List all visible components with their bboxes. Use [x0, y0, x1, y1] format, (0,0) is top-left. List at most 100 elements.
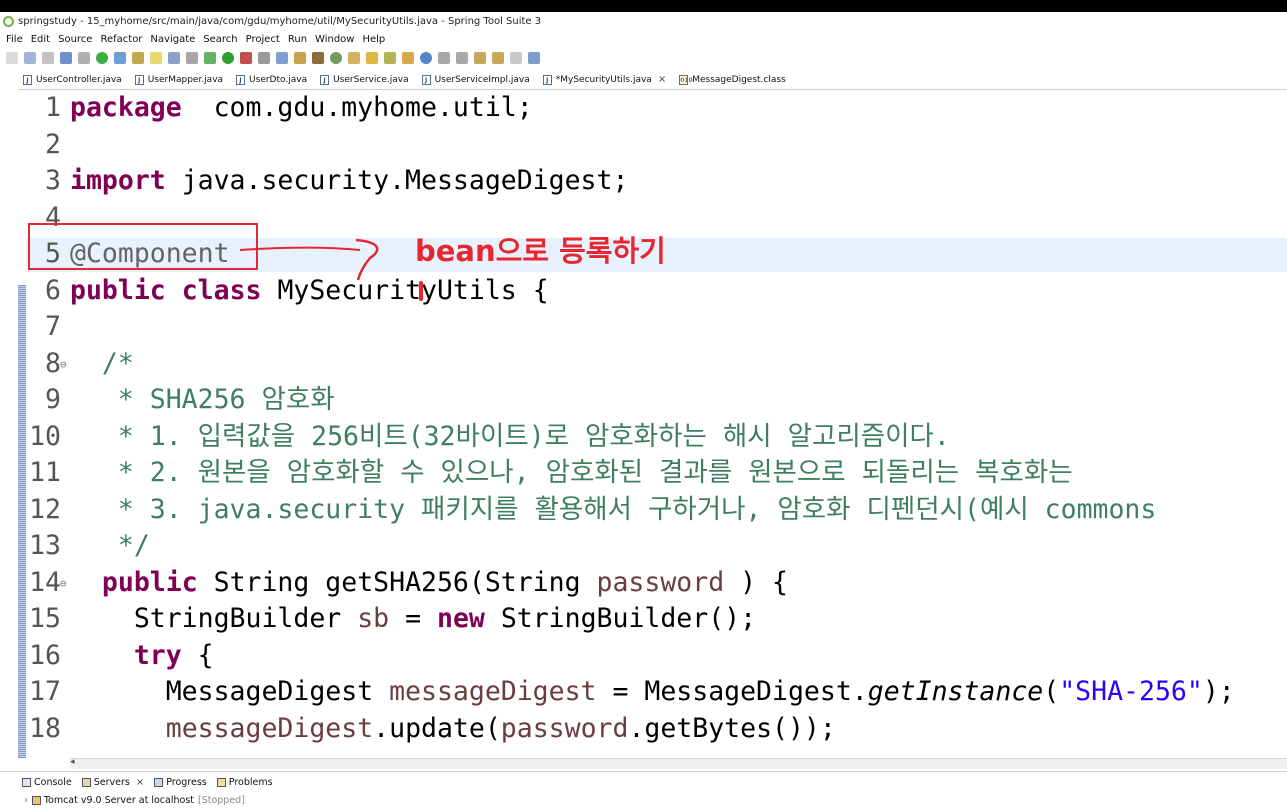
debug-icon[interactable] — [204, 52, 216, 64]
scroll-left-icon[interactable]: ◂ — [70, 757, 75, 767]
code-token: { — [181, 639, 214, 671]
browser-icon[interactable] — [420, 52, 432, 64]
code-line[interactable]: 3 import java.security.MessageDigest; — [18, 163, 1287, 199]
code-token: .getBytes()); — [628, 712, 836, 744]
code-token: sb — [357, 603, 390, 634]
server-name: Tomcat v9.0 Server at localhost — [43, 794, 194, 806]
prev-annotation-icon[interactable] — [456, 52, 468, 64]
tab-problems[interactable]: Problems — [216, 777, 273, 788]
line-number: 1 — [45, 92, 61, 123]
code-line[interactable]: 7 — [18, 309, 1287, 345]
code-token: /* — [70, 347, 134, 379]
server-state: [Stopped] — [198, 794, 245, 806]
code-text: public String getSHA256(String password … — [70, 565, 788, 601]
tab-user-mapper[interactable]: J UserMapper.java — [130, 70, 231, 89]
code-line[interactable]: 14 ⊖ public String getSHA256(String passw… — [18, 565, 1287, 601]
paragraph-icon[interactable] — [186, 52, 198, 64]
tab-user-controller[interactable]: J UserController.java — [18, 70, 130, 89]
code-line[interactable]: 10 * 1. 입력값을 256비트(32바이트)로 암호화하는 해시 알고리즘… — [18, 419, 1287, 455]
code-line[interactable]: 15 StringBuilder sb = new StringBuilder(… — [18, 601, 1287, 637]
tab-user-service-impl[interactable]: J UserServiceImpl.java — [417, 70, 538, 89]
print-icon[interactable] — [60, 52, 72, 64]
menu-project[interactable]: Project — [246, 34, 280, 45]
new-icon[interactable] — [6, 52, 18, 64]
tab-progress[interactable]: Progress — [154, 777, 207, 788]
code-line[interactable]: 8 ⊖ /* — [18, 346, 1287, 382]
tab-my-security-utils[interactable]: J *MySecurityUtils.java × — [537, 70, 675, 89]
close-servers-icon[interactable]: × — [136, 777, 144, 788]
server-row[interactable]: › Tomcat v9.0 Server at localhost [Stopp… — [0, 792, 1287, 808]
forward-icon[interactable] — [510, 52, 522, 64]
save-all-icon[interactable] — [42, 52, 54, 64]
code-token: try — [133, 639, 182, 671]
last-edit-icon[interactable] — [474, 52, 486, 64]
menu-file[interactable]: File — [6, 34, 23, 45]
line-number: 15 — [29, 603, 61, 634]
terminal-icon[interactable] — [78, 52, 90, 64]
highlight-icon[interactable] — [150, 52, 162, 64]
new-package-icon[interactable] — [312, 52, 324, 64]
code-token: ( — [1043, 676, 1060, 707]
run-green-icon[interactable] — [96, 52, 108, 64]
menu-window[interactable]: Window — [315, 34, 354, 45]
open-perspective-icon[interactable] — [402, 52, 414, 64]
tab-user-service[interactable]: J UserService.java — [315, 70, 417, 89]
coverage-icon[interactable] — [276, 52, 288, 64]
code-token: com.gdu.myhome.util; — [181, 92, 533, 123]
new-java-project-icon[interactable] — [294, 52, 306, 64]
code-line[interactable]: 16 try { — [18, 638, 1287, 674]
annotation-text: bean으로 등록하기 — [415, 234, 666, 268]
menu-edit[interactable]: Edit — [31, 34, 50, 45]
code-text: messageDigest.update(password.getBytes()… — [70, 711, 836, 747]
save-icon[interactable] — [24, 52, 36, 64]
code-editor[interactable]: 1 package com.gdu.myhome.util; 2 3 import ja… — [18, 90, 1287, 758]
open-task-icon[interactable] — [366, 52, 378, 64]
code-line[interactable]: 17 MessageDigest messageDigest = Message… — [18, 674, 1287, 710]
horizontal-scrollbar[interactable]: ◂ — [70, 757, 1287, 769]
code-line[interactable]: 2 — [18, 127, 1287, 163]
code-line[interactable]: 1 package com.gdu.myhome.util; — [18, 90, 1287, 126]
search-toolbar-icon[interactable] — [384, 52, 396, 64]
servers-icon — [81, 777, 91, 787]
fold-toggle-icon[interactable]: ⊖ — [60, 566, 67, 602]
java-file-icon: J — [320, 74, 330, 85]
line-number: 14 — [29, 566, 61, 598]
tab-console[interactable]: Console — [22, 777, 72, 788]
code-line[interactable]: 18 messageDigest.update(password.getByte… — [18, 711, 1287, 747]
menu-navigate[interactable]: Navigate — [150, 34, 195, 45]
code-line[interactable]: 13 */ — [18, 528, 1287, 564]
tab-message-digest[interactable]: 010 MessageDigest.class — [674, 70, 794, 89]
back-icon[interactable] — [492, 52, 504, 64]
pin-editor-icon[interactable] — [528, 52, 540, 64]
spring-boot-icon[interactable] — [114, 52, 126, 64]
code-token: * 3. java.security 패키지를 활용해서 구하거나, 암호화 디… — [70, 493, 1157, 525]
next-annotation-icon[interactable] — [438, 52, 450, 64]
tab-user-dto[interactable]: J UserDto.java — [231, 70, 315, 89]
show-whitespace-icon[interactable] — [168, 52, 180, 64]
code-line[interactable]: 11 * 2. 원본을 암호화할 수 있으나, 암호화된 결과를 원본으로 되돌… — [18, 455, 1287, 491]
code-line[interactable]: 12 * 3. java.security 패키지를 활용해서 구하거나, 암호… — [18, 492, 1287, 528]
code-text: MessageDigest messageDigest = MessageDig… — [70, 674, 1235, 710]
expand-icon[interactable]: › — [24, 795, 28, 806]
code-line[interactable]: 6 public class MySecurityUtils { — [18, 273, 1287, 309]
open-type-icon[interactable] — [348, 52, 360, 64]
menu-run[interactable]: Run — [288, 34, 307, 45]
editor-tabs: J UserController.java J UserMapper.java JU… — [18, 70, 1287, 90]
line-number: 17 — [29, 676, 61, 707]
run-icon[interactable] — [222, 52, 234, 64]
line-number: 13 — [29, 530, 61, 561]
menu-source[interactable]: Source — [58, 34, 92, 45]
menu-search[interactable]: Search — [203, 34, 237, 45]
external-tools-icon[interactable] — [240, 52, 252, 64]
stop-icon[interactable] — [258, 52, 270, 64]
pin-icon[interactable] — [132, 52, 144, 64]
code-line[interactable]: 9 * SHA256 암호화 — [18, 382, 1287, 418]
new-class-icon[interactable] — [330, 52, 342, 64]
fold-toggle-icon[interactable]: ⊖ — [60, 347, 67, 383]
code-token: = MessageDigest. — [596, 676, 868, 707]
menu-help[interactable]: Help — [362, 34, 385, 45]
tab-servers[interactable]: Servers × — [81, 777, 144, 788]
close-tab-icon[interactable]: × — [658, 74, 666, 85]
menu-refactor[interactable]: Refactor — [100, 34, 142, 45]
